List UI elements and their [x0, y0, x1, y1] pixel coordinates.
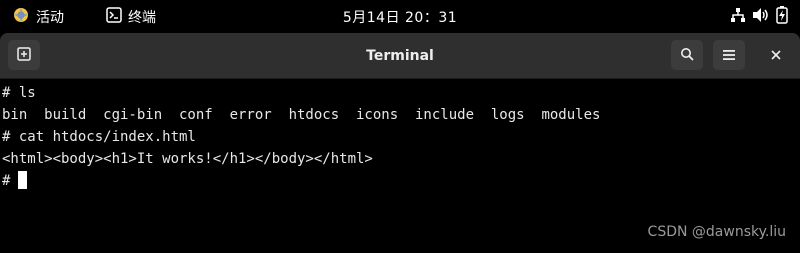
terminal-prompt-line[interactable]: # [2, 170, 800, 192]
battery-icon [776, 5, 788, 28]
system-status-area[interactable] [730, 0, 788, 33]
terminal-output[interactable]: # ls bin build cgi-bin conf error htdocs… [0, 79, 800, 253]
hamburger-menu-icon [723, 46, 735, 65]
top-bar: 活动 终端 5月14日 20：31 [0, 0, 800, 33]
terminal-line: bin build cgi-bin conf error htdocs icon… [2, 107, 601, 123]
close-button[interactable] [760, 40, 792, 70]
terminal-line: <html><body><h1>It works!</h1></body></h… [2, 151, 373, 167]
menu-button[interactable] [713, 40, 745, 70]
watermark: CSDN @dawnsky.liu [647, 224, 786, 240]
search-icon [680, 46, 694, 65]
text-cursor [18, 171, 28, 189]
volume-icon [752, 7, 770, 27]
network-icon [730, 7, 746, 27]
close-icon [771, 46, 781, 64]
terminal-window: Terminal # ls bin build cgi-bin conf err… [0, 33, 800, 253]
clock[interactable]: 5月14日 20：31 [0, 0, 800, 33]
prompt: # [2, 173, 11, 189]
search-button[interactable] [671, 40, 703, 70]
header-bar: Terminal [0, 33, 800, 79]
new-tab-button[interactable] [8, 40, 40, 70]
terminal-line: # ls [2, 85, 36, 101]
terminal-line: # cat htdocs/index.html [2, 129, 196, 145]
new-tab-icon [17, 46, 31, 65]
